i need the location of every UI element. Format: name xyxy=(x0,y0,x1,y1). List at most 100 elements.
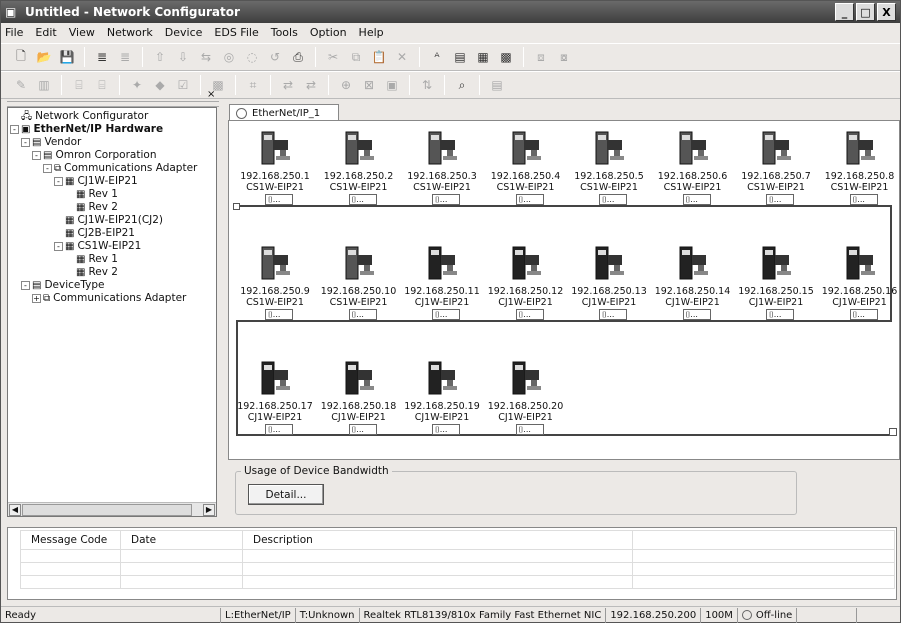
diamond-icon[interactable]: ◆ xyxy=(150,75,170,95)
collapse-icon[interactable]: - xyxy=(43,164,52,173)
tree-node[interactable]: - ▤ Omron Corporation xyxy=(10,149,197,162)
device-connector-icon[interactable]: ⌷... xyxy=(265,424,293,435)
collapse-icon[interactable]: - xyxy=(21,281,30,290)
tree-node[interactable]: - ▣ EtherNet/IP Hardware xyxy=(10,123,197,136)
tree-node[interactable]: - ▤ Vendor xyxy=(10,136,197,149)
upload-icon[interactable]: ⇧ xyxy=(150,47,170,67)
device-node[interactable]: 192.168.250.10 CS1W-EIP21 ⌷... xyxy=(318,242,398,320)
device-node[interactable]: 192.168.250.12 CJ1W-EIP21 ⌷... xyxy=(485,242,565,320)
column-description[interactable]: Description xyxy=(242,530,633,550)
device-node[interactable]: 192.168.250.17 CJ1W-EIP21 ⌷... xyxy=(234,357,314,435)
device-node[interactable]: 192.168.250.18 CJ1W-EIP21 ⌷... xyxy=(318,357,398,435)
download-icon[interactable]: ⇩ xyxy=(173,47,193,67)
tree-node[interactable]: ▦ CJ2B-EIP21 xyxy=(10,227,197,240)
collapse-icon[interactable]: - xyxy=(54,177,63,186)
device-connector-icon[interactable]: ⌷... xyxy=(265,309,293,320)
route-icon[interactable]: ⇄ xyxy=(278,75,298,95)
menu-tools[interactable]: Tools xyxy=(271,26,298,39)
device-connector-icon[interactable]: ⌷... xyxy=(432,194,460,205)
device-connector-icon[interactable]: ⌷... xyxy=(766,309,794,320)
device-connector-icon[interactable]: ⌷... xyxy=(348,424,377,435)
column-date[interactable]: Date xyxy=(120,530,243,550)
route-alt-icon[interactable]: ⇄ xyxy=(301,75,321,95)
table-row[interactable] xyxy=(20,575,895,589)
tree-horizontal-scrollbar[interactable]: ◀ ▶ xyxy=(8,502,216,516)
eds-install-icon[interactable]: ⊕ xyxy=(336,75,356,95)
rename-icon[interactable]: ᴬ xyxy=(427,47,447,67)
scroll-right-icon[interactable]: ▶ xyxy=(203,504,215,516)
device-connector-icon[interactable]: ⌷... xyxy=(599,194,627,205)
tree-node[interactable]: - ▤ DeviceType xyxy=(10,279,197,292)
table-row[interactable] xyxy=(20,562,895,576)
tree-node[interactable]: ▦ Rev 1 xyxy=(10,188,197,201)
eds-save-icon[interactable]: ▣ xyxy=(382,75,402,95)
edit-tag-icon[interactable]: ⌸ xyxy=(69,75,89,95)
collapse-icon[interactable]: - xyxy=(10,125,19,134)
column-message-code[interactable]: Message Code xyxy=(20,530,121,550)
print-icon[interactable]: ⎙ xyxy=(288,47,308,67)
tree-node[interactable]: ▦ CJ1W-EIP21(CJ2) xyxy=(10,214,197,227)
device-connector-icon[interactable]: ⌷... xyxy=(432,424,460,435)
property-icon[interactable]: ▥ xyxy=(34,75,54,95)
device-connector-icon[interactable]: ⌷... xyxy=(849,194,878,205)
copy-icon[interactable]: ⧉ xyxy=(346,47,366,67)
tree-node[interactable]: - ⧉ Communications Adapter xyxy=(10,162,197,175)
device-connector-icon[interactable]: ⌷... xyxy=(515,309,544,320)
device-node[interactable]: 192.168.250.6 CS1W-EIP21 ⌷... xyxy=(652,127,732,205)
device-connector-icon[interactable]: ⌷... xyxy=(265,194,293,205)
eds-delete-icon[interactable]: ⊠ xyxy=(359,75,379,95)
maximize-button[interactable]: □ xyxy=(856,3,875,21)
tree-node[interactable]: ▦ Rev 2 xyxy=(10,201,197,214)
delete-icon[interactable]: ✕ xyxy=(392,47,412,67)
device-node[interactable]: 192.168.250.14 CJ1W-EIP21 ⌷... xyxy=(652,242,732,320)
collapse-icon[interactable]: - xyxy=(54,242,63,251)
menu-file[interactable]: File xyxy=(5,26,23,39)
device-connector-icon[interactable]: ⌷... xyxy=(599,309,627,320)
device-node[interactable]: 192.168.250.2 CS1W-EIP21 ⌷... xyxy=(318,127,398,205)
scroll-left-icon[interactable]: ◀ xyxy=(9,504,21,516)
device-node[interactable]: 192.168.250.11 CJ1W-EIP21 ⌷... xyxy=(401,242,481,320)
collapse-icon[interactable]: - xyxy=(21,138,30,147)
device-node[interactable]: 192.168.250.16 CJ1W-EIP21 ⌷... xyxy=(819,242,899,320)
tree-node[interactable]: + ⧉ Communications Adapter xyxy=(10,292,197,305)
open-file-icon[interactable]: 📂 xyxy=(34,47,54,67)
monitor-icon[interactable]: ◎ xyxy=(219,47,239,67)
device-node[interactable]: 192.168.250.13 CJ1W-EIP21 ⌷... xyxy=(568,242,648,320)
detail-button[interactable]: Detail... xyxy=(248,484,324,505)
scroll-thumb[interactable] xyxy=(22,504,192,516)
table-row[interactable] xyxy=(20,549,895,563)
device-node[interactable]: 192.168.250.8 CS1W-EIP21 ⌷... xyxy=(819,127,899,205)
collapse-icon[interactable]: - xyxy=(32,151,41,160)
check-icon[interactable]: ☑ xyxy=(173,75,193,95)
device-connector-icon[interactable]: ⌷... xyxy=(348,194,377,205)
parameter-icon[interactable]: ▤ xyxy=(450,47,470,67)
device-node[interactable]: 192.168.250.15 CJ1W-EIP21 ⌷... xyxy=(735,242,815,320)
device-connector-icon[interactable]: ⌷... xyxy=(682,309,711,320)
network-settings-icon[interactable]: ⌗ xyxy=(243,75,263,95)
device-node[interactable]: 192.168.250.5 CS1W-EIP21 ⌷... xyxy=(568,127,648,205)
tree-node[interactable]: ▦ Rev 1 xyxy=(10,253,197,266)
disconnect-icon[interactable]: ≣ xyxy=(115,47,135,67)
left-pane-close-icon[interactable]: × xyxy=(207,89,215,100)
reset-icon[interactable]: ↺ xyxy=(265,47,285,67)
edit-connection-icon[interactable]: ⌸ xyxy=(92,75,112,95)
tree-node[interactable]: - ▦ CJ1W-EIP21 xyxy=(10,175,197,188)
close-button[interactable]: X xyxy=(877,3,896,21)
menu-edit[interactable]: Edit xyxy=(35,26,56,39)
tree-node[interactable]: - ▦ CS1W-EIP21 xyxy=(10,240,197,253)
device-connector-icon[interactable]: ⌷... xyxy=(348,309,377,320)
tree-node[interactable]: ▦ Rev 2 xyxy=(10,266,197,279)
layout-icon[interactable]: ⧈ xyxy=(531,47,551,67)
device-node[interactable]: 192.168.250.1 CS1W-EIP21 ⌷... xyxy=(234,127,314,205)
minimize-button[interactable]: _ xyxy=(835,3,854,21)
menu-device[interactable]: Device xyxy=(165,26,203,39)
menu-help[interactable]: Help xyxy=(359,26,384,39)
device-connector-icon[interactable]: ⌷... xyxy=(515,194,544,205)
network-canvas[interactable]: 192.168.250.1 CS1W-EIP21 ⌷... 192.168.250.2… xyxy=(228,120,900,460)
connect-icon[interactable]: ≣ xyxy=(92,47,112,67)
new-file-icon[interactable]: 🗋 xyxy=(11,47,31,67)
star-icon[interactable]: ✦ xyxy=(127,75,147,95)
transfer-icon[interactable]: ⇅ xyxy=(417,75,437,95)
device-connector-icon[interactable]: ⌷... xyxy=(432,309,460,320)
cut-icon[interactable]: ✂ xyxy=(323,47,343,67)
